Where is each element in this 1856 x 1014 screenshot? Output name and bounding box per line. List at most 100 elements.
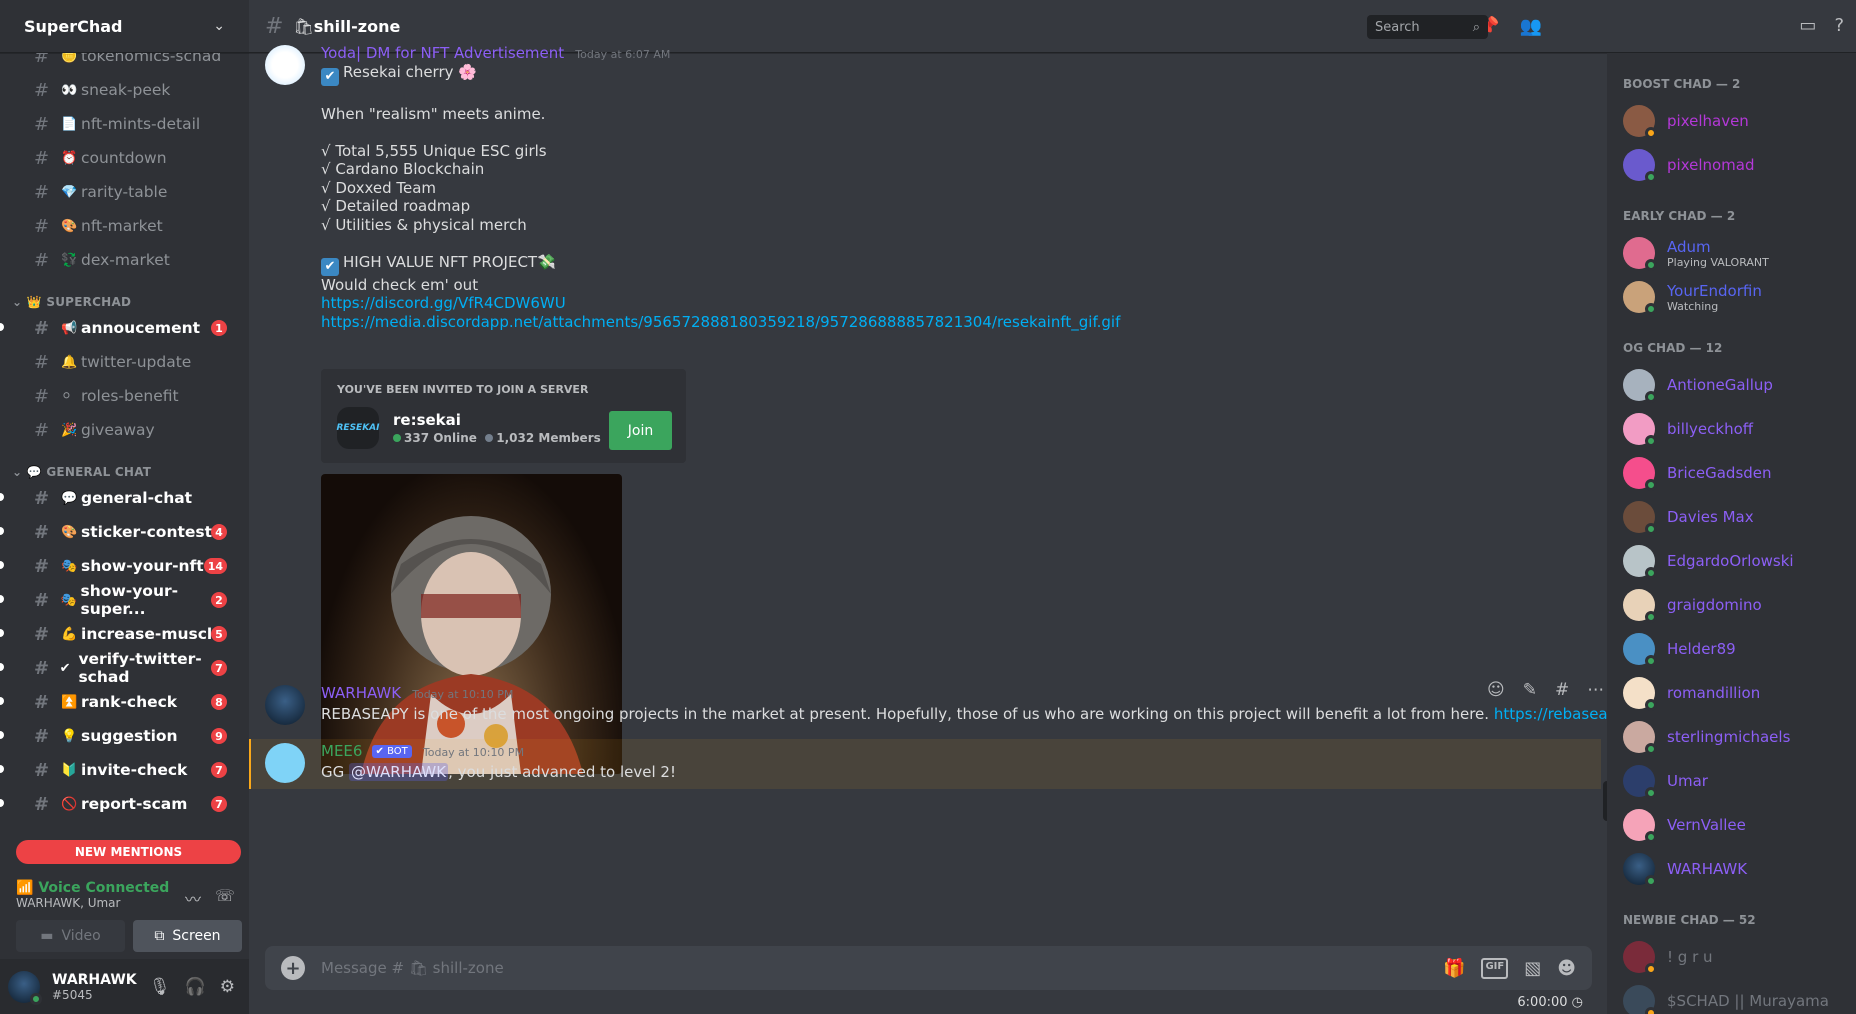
member-category: OG CHAD — 12 (1623, 341, 1723, 355)
sticker-icon[interactable]: ▧ (1524, 958, 1541, 979)
channel-twitter-update[interactable]: # 🔔 twitter-update (8, 345, 241, 379)
invite-link[interactable]: https://discord.gg/VfR4CDW6WU (321, 294, 1585, 313)
channel-increase-muscle[interactable]: # 💪 increase-muscle 5 (0, 617, 241, 651)
guild-header[interactable]: SuperChad ⌄ (0, 0, 249, 53)
noise-suppression-icon[interactable]: 〰 (185, 886, 201, 910)
message-composer[interactable]: + Message # 🛍 shill-zone 🎁 GIF ▧ ☻ (265, 946, 1592, 990)
online-status-icon (1645, 831, 1657, 843)
message-line (321, 123, 1585, 142)
user-info[interactable]: WARHAWK #5045 (52, 972, 137, 1002)
channel-giveaway[interactable]: # 🎉 giveaway (8, 413, 241, 447)
member-item[interactable]: WARHAWK (1607, 847, 1856, 891)
channel-dex-market[interactable]: # 💱 dex-market (8, 243, 241, 277)
member-item[interactable]: pixelnomad (1607, 143, 1856, 187)
channel-nft-market[interactable]: # 🎨 nft-market (8, 209, 241, 243)
more-icon[interactable]: ⋯ (1587, 680, 1604, 700)
disconnect-icon[interactable]: ☏ (215, 886, 235, 910)
channel-emoji: 📄 (61, 116, 78, 132)
channel-invite-check[interactable]: # 🔰 invite-check 7 (0, 753, 241, 787)
message-author[interactable]: MEE6 (321, 742, 362, 760)
member-item[interactable]: VernVallee (1607, 803, 1856, 847)
search-icon: ⌕ (1472, 19, 1480, 35)
channel-label: twitter-update (81, 353, 192, 371)
channel-verify-twitter-schad[interactable]: # ✔ verify-twitter-schad 7 (0, 650, 241, 686)
screen-share-button[interactable]: ⧉ Screen (133, 920, 242, 952)
slowmode-timer: 6:00:00 ◷ (1517, 995, 1583, 1010)
channel-annoucement[interactable]: # 📢 annoucement 1 (0, 311, 241, 345)
chevron-down-icon[interactable]: ⌄ (213, 18, 225, 34)
avatar[interactable] (265, 45, 305, 85)
online-status-icon (1645, 259, 1657, 271)
online-status-icon (1645, 875, 1657, 887)
hash-icon: # (34, 657, 50, 679)
channel-emoji: 🛍 (293, 16, 314, 36)
gif-icon[interactable]: GIF (1481, 957, 1509, 979)
mention-badge: 14 (203, 558, 227, 574)
member-item[interactable]: pixelhaven (1607, 99, 1856, 143)
member-item[interactable]: BriceGadsden (1607, 451, 1856, 495)
join-button[interactable]: Join (609, 411, 672, 450)
headphones-icon[interactable]: 🎧 (185, 977, 206, 997)
channel-suggestion[interactable]: # 💡 suggestion 9 (0, 719, 241, 753)
new-mentions-button[interactable]: NEW MENTIONS (16, 840, 241, 864)
category-superchad[interactable]: ⌄ 👑 SUPERCHAD (0, 277, 249, 311)
member-name: graigdomino (1667, 596, 1762, 614)
member-item[interactable]: Umar (1607, 759, 1856, 803)
member-name: VernVallee (1667, 816, 1746, 834)
avatar[interactable] (265, 685, 305, 725)
message-timestamp: Today at 6:07 AM (575, 48, 671, 61)
inbox-icon[interactable]: ▭ (1799, 15, 1816, 36)
video-button[interactable]: ▬ Video (16, 920, 125, 952)
emoji-icon[interactable]: ☻ (1557, 958, 1576, 979)
channel-rarity-table[interactable]: # 💎 rarity-table (8, 175, 241, 209)
member-item[interactable]: EdgardoOrlowski (1607, 539, 1856, 583)
gear-icon[interactable]: ⚙ (220, 977, 235, 997)
microphone-icon[interactable]: 🎙 (149, 977, 171, 997)
message-input[interactable]: Message # 🛍 shill-zone (321, 959, 504, 977)
channel-show-your-nft[interactable]: # 🎭 show-your-nft 14 (0, 549, 241, 583)
search-input[interactable]: Search ⌕ (1367, 15, 1488, 39)
hash-icon: # (34, 623, 50, 645)
channel-general-chat[interactable]: # 💬 general-chat (0, 481, 241, 515)
member-item[interactable]: Helder89 (1607, 627, 1856, 671)
avatar[interactable] (265, 743, 305, 783)
member-name: AntioneGallup (1667, 376, 1773, 394)
member-item[interactable]: Davies Max (1607, 495, 1856, 539)
avatar[interactable] (8, 971, 42, 1005)
member-item[interactable]: graigdomino (1607, 583, 1856, 627)
help-icon[interactable]: ? (1834, 15, 1844, 36)
channel-show-your-super[interactable]: # 🎭 show-your-super... 2 (0, 582, 241, 618)
user-mention[interactable]: @WARHAWK (349, 763, 449, 781)
search-placeholder: Search (1375, 19, 1420, 35)
channel-sticker-contest[interactable]: # 🎨 sticker-contest 4 (0, 515, 241, 549)
member-item[interactable]: YourEndorfin Watching (1607, 275, 1856, 319)
channel-countdown[interactable]: # ⏰ countdown (8, 141, 241, 175)
member-item[interactable]: AntioneGallup (1607, 363, 1856, 407)
member-item[interactable]: sterlingmichaels (1607, 715, 1856, 759)
category-general-chat[interactable]: ⌄ 💬 GENERAL CHAT (0, 447, 249, 481)
channel-tokenomics-schad[interactable]: # 🪙 tokenomics-schad (8, 53, 241, 73)
member-list-icon[interactable]: 👥 (1520, 16, 1542, 37)
nft-gif-image[interactable] (321, 474, 622, 774)
media-link[interactable]: https://media.discordapp.net/attachments… (321, 313, 1585, 332)
member-name: ! g r u (1667, 948, 1713, 966)
member-name: pixelnomad (1667, 156, 1755, 174)
member-item[interactable]: ! g r u (1607, 935, 1856, 979)
member-item[interactable]: billyeckhoff (1607, 407, 1856, 451)
channel-rank-check[interactable]: # ⏫ rank-check 8 (0, 685, 241, 719)
channel-report-scam[interactable]: # 🚫 report-scam 7 (0, 787, 241, 821)
member-item[interactable]: romandillion (1607, 671, 1856, 715)
channel-label: show-your-nft (81, 557, 204, 575)
channel-roles-benefit[interactable]: # ⚪ roles-benefit (8, 379, 241, 413)
channel-sneak-peek[interactable]: # 👀 sneak-peek (8, 73, 241, 107)
message-author[interactable]: Yoda| DM for NFT Advertisement (321, 44, 564, 62)
mention-badge: 7 (211, 796, 227, 812)
gift-icon[interactable]: 🎁 (1443, 958, 1465, 979)
member-item[interactable]: Adum Playing VALORANT (1607, 231, 1856, 275)
member-item[interactable]: $SCHAD || Murayama (1607, 979, 1856, 1014)
message-author[interactable]: WARHAWK (321, 684, 401, 702)
member-name: billyeckhoff (1667, 420, 1754, 438)
channel-label: tokenomics-schad (81, 53, 222, 65)
upload-plus-icon[interactable]: + (281, 956, 305, 980)
channel-nft-mints-detail[interactable]: # 📄 nft-mints-detail (8, 107, 241, 141)
